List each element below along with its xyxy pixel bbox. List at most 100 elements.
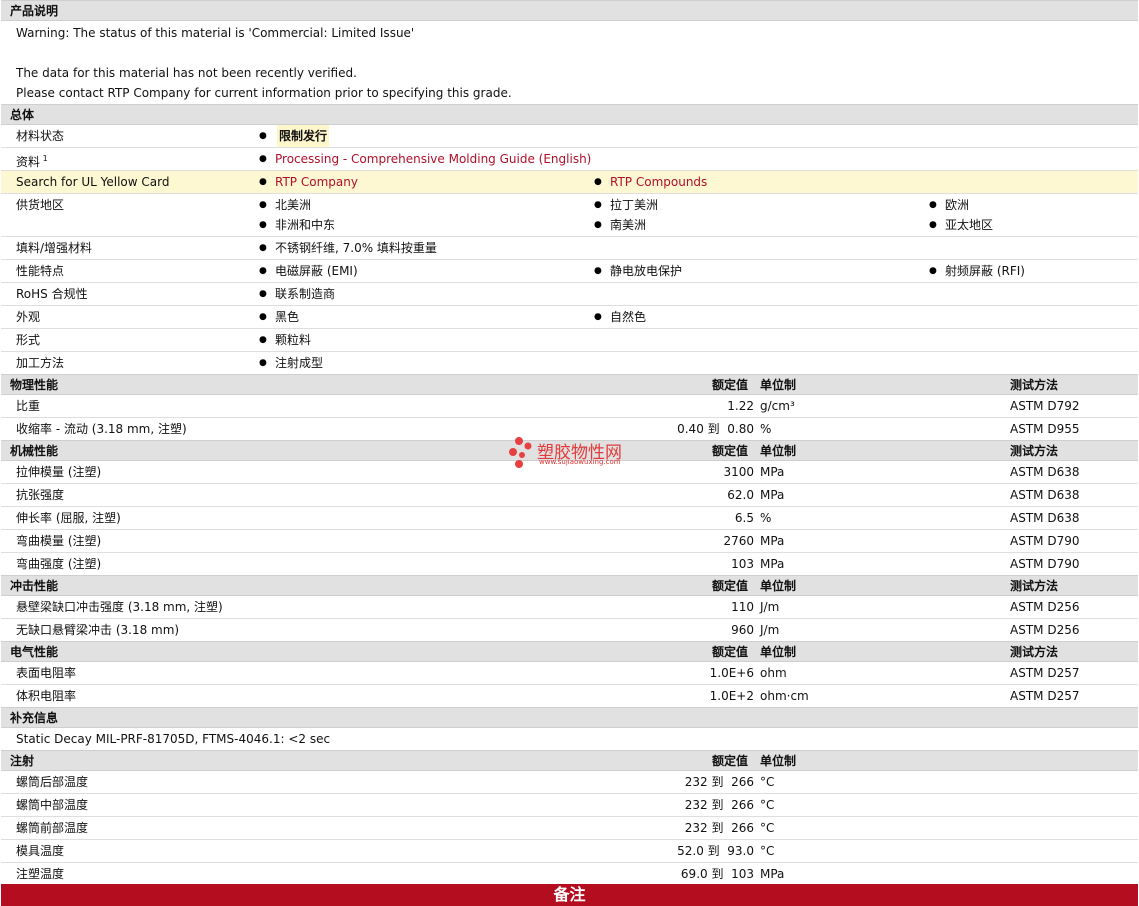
section-title: 补充信息: [10, 711, 59, 725]
bullet-icon: ●: [259, 335, 267, 345]
rtp-company-link[interactable]: RTP Company: [275, 171, 358, 193]
row-label: 外观: [16, 310, 41, 324]
property-row: 无缺口悬臂梁冲击 (3.18 mm) 960 J/m ASTM D256: [1, 619, 1138, 642]
property-label: 弯曲模量 (注塑): [16, 534, 102, 548]
property-label: 收缩率 - 流动 (3.18 mm, 注塑): [16, 422, 187, 436]
header-nominal: 额定值: [712, 754, 749, 768]
property-unit: ohm·cm: [760, 689, 809, 703]
property-value: 232 到 266: [684, 775, 754, 789]
header-unit: 单位制: [760, 444, 797, 458]
bullet-icon: ●: [929, 200, 937, 210]
header-unit: 单位制: [760, 378, 797, 392]
property-test-method: ASTM D638: [1010, 511, 1080, 525]
property-value: 110: [731, 600, 754, 614]
property-test-method: ASTM D792: [1010, 399, 1080, 413]
property-unit: %: [760, 422, 772, 436]
row-label: 性能特点: [16, 264, 65, 278]
bullet-icon: ●: [594, 266, 602, 276]
property-row: 螺筒后部温度 232 到 266 °C: [1, 771, 1138, 794]
row-documents: 资料 1 ● Processing - Comprehensive Moldin…: [1, 148, 1138, 171]
property-label: 比重: [16, 399, 41, 413]
warning-text: Warning: The status of this material is …: [16, 26, 415, 40]
status-value: 限制发行: [277, 125, 330, 147]
property-label: 无缺口悬臂梁冲击 (3.18 mm): [16, 623, 180, 637]
property-test-method: ASTM D790: [1010, 557, 1080, 571]
feature-item: 电磁屏蔽 (EMI): [275, 264, 358, 278]
header-nominal: 额定值: [712, 444, 749, 458]
supplement-text: Static Decay MIL-PRF-81705D, FTMS-4046.1…: [16, 732, 331, 746]
region-item: 欧洲: [945, 198, 970, 212]
property-row: 抗张强度 62.0 MPa ASTM D638: [1, 484, 1138, 507]
header-test-method: 测试方法: [1010, 579, 1059, 593]
bullet-icon: ●: [929, 220, 937, 230]
row-ul-yellow-card: Search for UL Yellow Card ● RTP Company …: [1, 171, 1138, 194]
property-unit: %: [760, 511, 772, 525]
row-label: RoHS 合规性: [16, 287, 88, 301]
row-label: Search for UL Yellow Card: [16, 175, 170, 189]
property-test-method: ASTM D257: [1010, 689, 1080, 703]
molding-guide-link[interactable]: Processing - Comprehensive Molding Guide…: [275, 148, 591, 170]
header-nominal: 额定值: [712, 378, 749, 392]
property-unit: °C: [760, 821, 775, 835]
header-unit: 单位制: [760, 754, 797, 768]
property-test-method: ASTM D955: [1010, 422, 1080, 436]
property-row: 伸长率 (屈服, 注塑) 6.5% ASTM D638: [1, 507, 1138, 530]
supplement-row: Static Decay MIL-PRF-81705D, FTMS-4046.1…: [1, 728, 1138, 751]
row-rohs: RoHS 合规性 ● 联系制造商: [1, 283, 1138, 306]
section-title: 注射: [10, 754, 35, 768]
property-test-method: ASTM D638: [1010, 488, 1080, 502]
property-label: 注塑温度: [16, 867, 65, 881]
property-unit: MPa: [760, 534, 785, 548]
property-row: 螺筒中部温度 232 到 266 °C: [1, 794, 1138, 817]
property-unit: °C: [760, 844, 775, 858]
row-label: 形式: [16, 333, 41, 347]
property-value: 232 到 266: [684, 798, 754, 812]
section-title: 机械性能: [10, 444, 59, 458]
property-value: 2760: [723, 534, 754, 548]
bullet-icon: ●: [929, 266, 937, 276]
property-row: 悬壁梁缺口冲击强度 (3.18 mm, 注塑) 110 J/m ASTM D256: [1, 596, 1138, 619]
feature-item: 射频屏蔽 (RFI): [945, 264, 1025, 278]
property-value: 1.0E+2: [709, 689, 754, 703]
row-label: 资料 1: [16, 154, 48, 169]
property-row: 表面电阻率 1.0E+6 ohm ASTM D257: [1, 662, 1138, 685]
watermark: 塑胶物性网 www.sujiaowuxing.com: [507, 436, 647, 472]
row-label: 材料状态: [16, 129, 65, 143]
property-label: 悬壁梁缺口冲击强度 (3.18 mm, 注塑): [16, 600, 223, 614]
property-row: 注塑温度 69.0 到 103 MPa: [1, 863, 1138, 886]
header-unit: 单位制: [760, 645, 797, 659]
row-filler: 填料/增强材料 ● 不锈钢纤维, 7.0% 填料按重量: [1, 237, 1138, 260]
row-form: 形式 ● 颗粒料: [1, 329, 1138, 352]
section-description-header: 产品说明: [1, 0, 1138, 21]
property-value: 1.22: [727, 399, 754, 413]
section-injection-header: 注射 额定值 单位制: [1, 750, 1138, 771]
property-value: 52.0 到 93.0: [677, 844, 754, 858]
rtp-compounds-link[interactable]: RTP Compounds: [610, 171, 707, 193]
section-title: 产品说明: [10, 4, 59, 18]
property-unit: MPa: [760, 465, 785, 479]
property-test-method: ASTM D790: [1010, 534, 1080, 548]
row-appearance: 外观 ● 黑色 ● 自然色: [1, 306, 1138, 329]
verify-text: The data for this material has not been …: [16, 66, 357, 80]
bullet-icon: ●: [259, 266, 267, 276]
notes-footer-bar[interactable]: 备注: [1, 884, 1138, 906]
property-label: 模具温度: [16, 844, 65, 858]
section-title: 冲击性能: [10, 579, 59, 593]
row-supply-regions: 供货地区 ● 北美洲 ● 拉丁美洲 ● 欧洲 ● 非洲和中东 ● 南美洲 ● 亚…: [1, 194, 1138, 237]
section-electrical-header: 电气性能 额定值 单位制 测试方法: [1, 641, 1138, 662]
section-title: 物理性能: [10, 378, 59, 392]
property-row: 模具温度 52.0 到 93.0 °C: [1, 840, 1138, 863]
property-unit: MPa: [760, 557, 785, 571]
property-unit: MPa: [760, 488, 785, 502]
property-test-method: ASTM D257: [1010, 666, 1080, 680]
property-label: 表面电阻率: [16, 666, 77, 680]
header-nominal: 额定值: [712, 579, 749, 593]
bullet-icon: ●: [594, 220, 602, 230]
property-label: 螺筒前部温度: [16, 821, 89, 835]
watermark-url: www.sujiaowuxing.com: [539, 458, 621, 466]
contact-text: Please contact RTP Company for current i…: [16, 86, 512, 100]
appearance-item: 自然色: [610, 310, 647, 324]
row-features: 性能特点 ● 电磁屏蔽 (EMI) ● 静电放电保护 ● 射频屏蔽 (RFI): [1, 260, 1138, 283]
property-unit: MPa: [760, 867, 785, 881]
property-row: 螺筒前部温度 232 到 266 °C: [1, 817, 1138, 840]
